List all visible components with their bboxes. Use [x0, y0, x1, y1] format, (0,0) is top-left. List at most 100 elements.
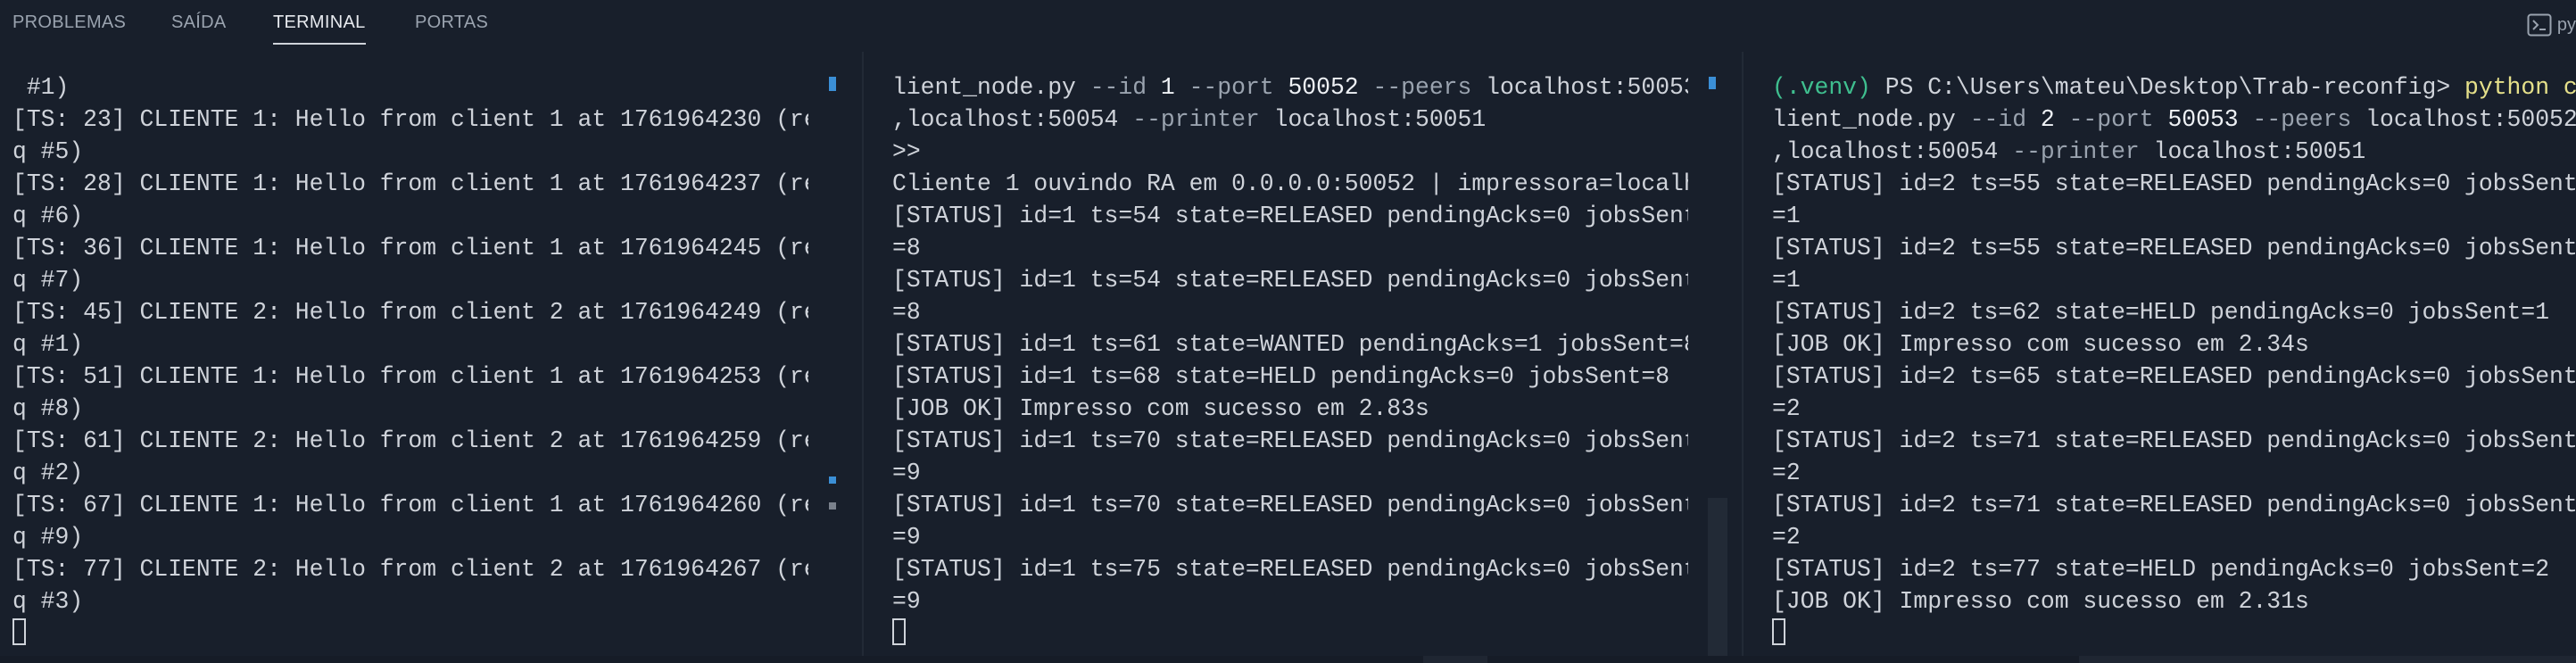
terminal-text: [STATUS] id=1 ts=75 state=RELEASED pendi… — [892, 556, 1688, 583]
terminal-line: #1) — [12, 71, 808, 104]
tab-terminal[interactable]: TERMINAL — [273, 12, 366, 45]
terminal-text: python c — [2464, 74, 2576, 101]
terminal-text: lient_node.py — [1772, 106, 1970, 133]
terminal-line: [TS: 45] CLIENTE 2: Hello from client 2 … — [12, 296, 808, 328]
terminal-line — [1772, 617, 2576, 650]
terminal-line: [STATUS] id=1 ts=61 state=WANTED pending… — [892, 328, 1688, 361]
terminal-line: [STATUS] id=1 ts=68 state=HELD pendingAc… — [892, 361, 1688, 393]
terminal-line: [STATUS] id=2 ts=71 state=RELEASED pendi… — [1772, 489, 2576, 521]
terminal-cursor — [12, 618, 26, 645]
tab-portas[interactable]: PORTAS — [415, 12, 488, 45]
terminal-text: =1 — [1772, 203, 1801, 229]
terminal-text: 50052 — [1273, 74, 1373, 101]
terminal-text: >> — [892, 138, 921, 165]
terminal-line: [JOB OK] Impresso com sucesso em 2.34s — [1772, 328, 2576, 361]
terminal-text: 2 — [2026, 106, 2069, 133]
terminal-line: =2 — [1772, 457, 2576, 489]
terminal-text: [STATUS] id=2 ts=65 state=RELEASED pendi… — [1772, 363, 2576, 390]
terminal-line: =1 — [1772, 264, 2576, 296]
terminal-text: --peers — [2252, 106, 2352, 133]
terminal-text: [STATUS] id=2 ts=55 state=RELEASED pendi… — [1772, 235, 2576, 261]
terminal-text: ,localhost:50054 — [892, 106, 1133, 133]
terminal-pane-3[interactable]: (.venv) PS C:\Users\mateu\Desktop\Trab-r… — [1760, 52, 2576, 663]
terminal-text: =9 — [892, 460, 921, 486]
terminal-text: =2 — [1772, 524, 1801, 551]
terminal-text: localhost:50052 — [2351, 106, 2576, 133]
terminal-line: q #3) — [12, 585, 808, 617]
terminal-text: q #8) — [12, 395, 84, 422]
terminal-text: =9 — [892, 524, 921, 551]
scroll-marker — [1709, 77, 1716, 89]
terminal-text: q #1) — [12, 331, 84, 358]
terminal-line: [STATUS] id=1 ts=75 state=RELEASED pendi… — [892, 553, 1688, 585]
terminal-pane-1[interactable]: #1) [TS: 23] CLIENTE 1: Hello from client… — [0, 52, 833, 663]
terminal-pane-2[interactable]: lient_node.py --id 1 --port 50052 --peer… — [880, 52, 1713, 663]
terminal-line: [TS: 23] CLIENTE 1: Hello from client 1 … — [12, 104, 808, 136]
terminal-line: =9 — [892, 457, 1688, 489]
terminal-line: [STATUS] id=1 ts=54 state=RELEASED pendi… — [892, 264, 1688, 296]
terminal-line: ,localhost:50054 --printer localhost:500… — [1772, 136, 2576, 168]
terminal-text: [TS: 45] CLIENTE 2: Hello from client 2 … — [12, 299, 808, 326]
terminal-text: lient_node.py — [892, 74, 1090, 101]
terminal-text: [TS: 23] CLIENTE 1: Hello from client 1 … — [12, 106, 808, 133]
terminal-pane-2-scrollbar[interactable] — [1708, 52, 1727, 659]
panel-tab-bar: PROBLEMAS SAÍDA TERMINAL PORTAS py — [0, 0, 2576, 52]
terminal-line — [892, 617, 1688, 650]
terminal-text: [STATUS] id=1 ts=68 state=HELD pendingAc… — [892, 363, 1670, 390]
terminal-line: Cliente 1 ouvindo RA em 0.0.0.0:50052 | … — [892, 168, 1688, 200]
terminal-text: [JOB OK] Impresso com sucesso em 2.31s — [1772, 588, 2309, 615]
tab-saida[interactable]: SAÍDA — [171, 12, 227, 45]
horizontal-scroll-thumb[interactable] — [2079, 656, 2576, 663]
terminal-text: --port — [2068, 106, 2154, 133]
terminal-text: #1) — [12, 74, 70, 101]
terminal-text: q #3) — [12, 588, 84, 615]
terminal-line: [STATUS] id=2 ts=55 state=RELEASED pendi… — [1772, 168, 2576, 200]
terminal-line: [TS: 61] CLIENTE 2: Hello from client 2 … — [12, 425, 808, 457]
terminal-text: PS C:\Users\mateu\Desktop\Trab-reconfig> — [1884, 74, 2465, 101]
terminal-cursor — [892, 618, 906, 645]
terminal-text: [STATUS] id=2 ts=77 state=HELD pendingAc… — [1772, 556, 2550, 583]
terminal-text: 50053 — [2153, 106, 2253, 133]
terminal-text: --peers — [1372, 74, 1472, 101]
horizontal-scroll-thumb[interactable] — [1423, 656, 1487, 663]
terminal-line: [STATUS] id=2 ts=62 state=HELD pendingAc… — [1772, 296, 2576, 328]
tab-problemas[interactable]: PROBLEMAS — [12, 12, 126, 45]
terminal-text: [STATUS] id=2 ts=71 state=RELEASED pendi… — [1772, 492, 2576, 518]
terminal-line: =9 — [892, 521, 1688, 553]
terminal-text: [TS: 51] CLIENTE 1: Hello from client 1 … — [12, 363, 808, 390]
terminal-text: [STATUS] id=2 ts=62 state=HELD pendingAc… — [1772, 299, 2550, 326]
terminal-text: =8 — [892, 235, 921, 261]
terminal-output: (.venv) PS C:\Users\mateu\Desktop\Trab-r… — [1772, 71, 2576, 650]
terminal-text: [TS: 67] CLIENTE 1: Hello from client 1 … — [12, 492, 808, 518]
terminal-text: =2 — [1772, 460, 1801, 486]
terminal-line: >> — [892, 136, 1688, 168]
terminal-line: =8 — [892, 232, 1688, 264]
terminal-text: [STATUS] id=2 ts=55 state=RELEASED pendi… — [1772, 170, 2576, 197]
terminal-line: [JOB OK] Impresso com sucesso em 2.83s — [892, 393, 1688, 425]
terminal-text: localhost:50051 — [2139, 138, 2366, 165]
pane-divider[interactable] — [1742, 52, 1744, 663]
terminal-line: q #1) — [12, 328, 808, 361]
terminal-text: =8 — [892, 299, 921, 326]
terminal-text: --id — [1969, 106, 2027, 133]
terminal-pane-1-scrollbar[interactable] — [828, 52, 837, 659]
terminal-line: [STATUS] id=1 ts=70 state=RELEASED pendi… — [892, 489, 1688, 521]
terminal-text: [TS: 28] CLIENTE 1: Hello from client 1 … — [12, 170, 808, 197]
terminal-text: q #2) — [12, 460, 84, 486]
terminal-text: (.venv) — [1772, 74, 1885, 101]
terminal-line: [TS: 28] CLIENTE 1: Hello from client 1 … — [12, 168, 808, 200]
terminal-cursor — [1772, 618, 1785, 645]
terminal-line: q #8) — [12, 393, 808, 425]
terminal-line: =1 — [1772, 200, 2576, 232]
terminal-text: Cliente 1 ouvindo RA em 0.0.0.0:50052 | … — [892, 170, 1688, 197]
terminal-line: lient_node.py --id 2 --port 50053 --peer… — [1772, 104, 2576, 136]
terminal-line — [12, 617, 808, 650]
pane-divider[interactable] — [862, 52, 864, 663]
scroll-thumb[interactable] — [1708, 498, 1727, 659]
terminal-line: [STATUS] id=1 ts=54 state=RELEASED pendi… — [892, 200, 1688, 232]
terminal-launch-button[interactable]: py — [2527, 11, 2576, 39]
terminal-line: q #9) — [12, 521, 808, 553]
terminal-text: =2 — [1772, 395, 1801, 422]
terminal-text: =9 — [892, 588, 921, 615]
terminal-text: [TS: 61] CLIENTE 2: Hello from client 2 … — [12, 427, 808, 454]
